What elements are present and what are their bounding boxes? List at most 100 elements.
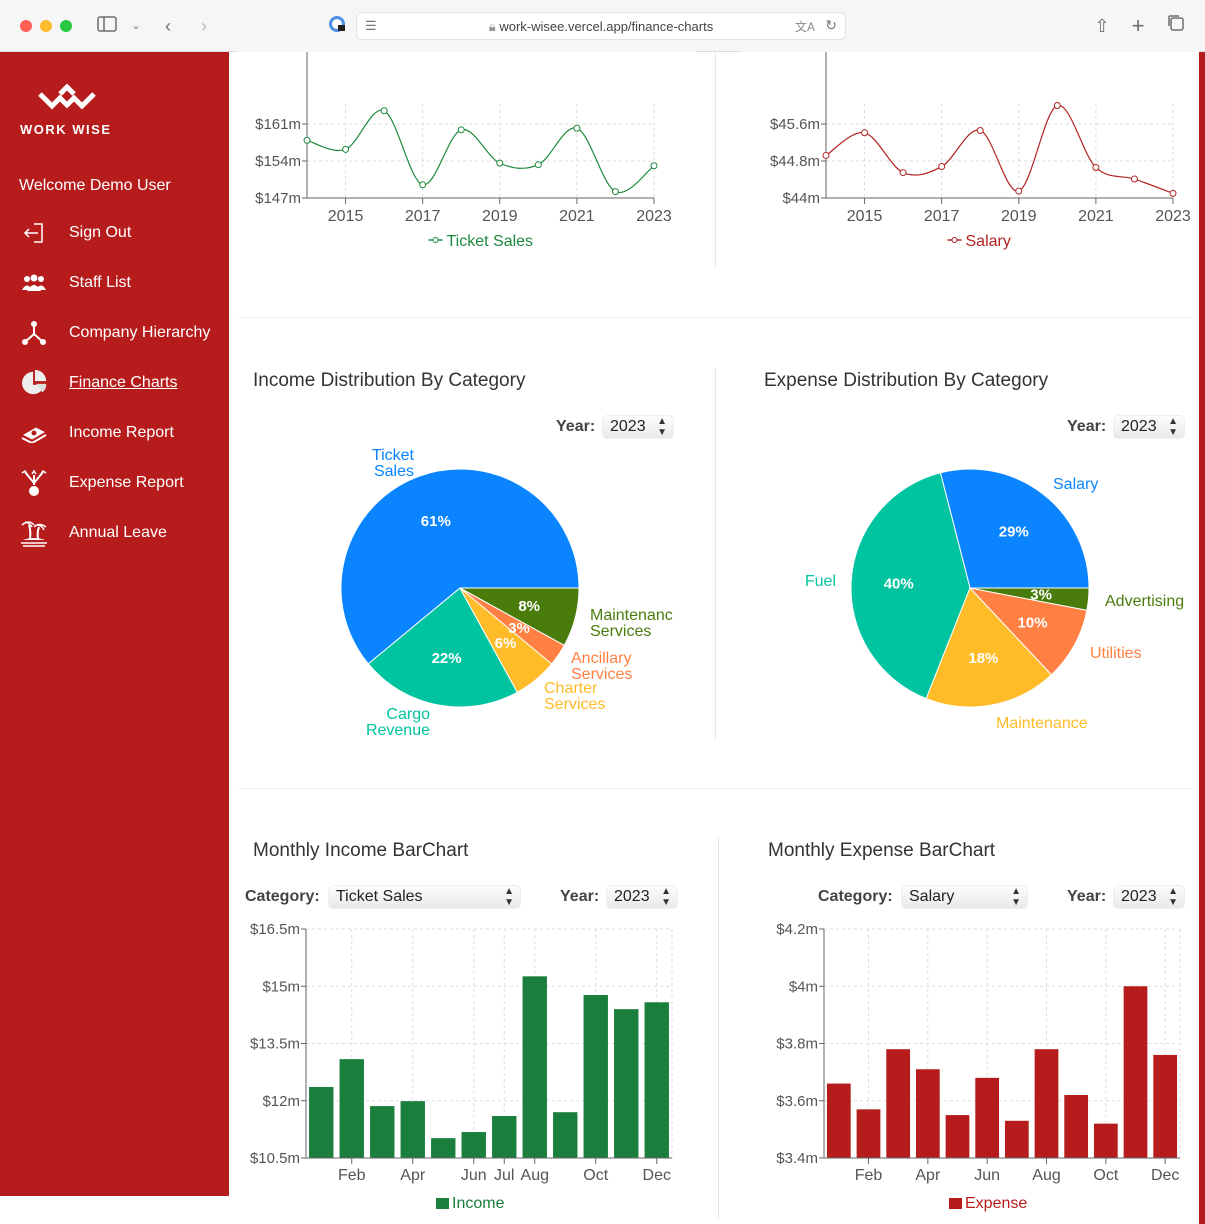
data-point — [419, 181, 427, 189]
bar — [614, 1009, 639, 1158]
slice-percent-label: 6% — [495, 635, 517, 652]
sidebar-item-staff-list[interactable]: Staff List — [0, 263, 229, 303]
sidebar-item-finance-charts[interactable]: Finance Charts — [0, 363, 229, 403]
bar — [975, 1077, 1000, 1158]
slice-percent-label: 40% — [884, 576, 914, 593]
pie-chart-icon — [20, 369, 48, 397]
sidebar-item-label: Sign Out — [69, 224, 132, 241]
expense-pie-year-select[interactable]: 2023 ▲ ▼ — [1114, 416, 1184, 438]
chevron-down-icon[interactable]: ⌄ — [124, 14, 148, 38]
password-manager-icon[interactable] — [325, 14, 349, 38]
window-maximize-button[interactable] — [60, 20, 72, 32]
slice-percent-label: 22% — [432, 650, 462, 667]
x-tick-label: Jun — [974, 1167, 1000, 1184]
data-point — [573, 124, 581, 132]
income-pie-year-select[interactable]: 2023 ▲ ▼ — [603, 416, 673, 438]
year-label: Year: — [1067, 418, 1107, 435]
sidebar-item-annual-leave[interactable]: Annual Leave — [0, 513, 229, 553]
ticket-sales-line-chart: $147m $154m $161m 2015 2017 2019 2021 2023 Ticke… — [236, 40, 696, 250]
translate-icon[interactable]: 文A — [795, 18, 815, 35]
data-point — [1130, 175, 1138, 183]
bar — [1034, 1049, 1059, 1158]
sidebar-item-expense-report[interactable]: Expense Report — [0, 463, 229, 503]
select-value: 2023 — [1121, 418, 1157, 435]
divider — [718, 838, 719, 1218]
year-label: Year: — [560, 888, 600, 905]
select-value: 2023 — [1121, 888, 1157, 905]
income-bar-category-select[interactable]: Ticket Sales ▲ ▼ — [329, 886, 520, 908]
expense-bar-chart: $3.4m $3.6m $3.8m $4m $4.2m Feb Apr Jun Aug Oct De… — [776, 921, 1181, 1212]
expense-bar-year-select[interactable]: 2023 ▲ ▼ — [1114, 886, 1184, 908]
sidebar-item-sign-out[interactable]: Sign Out — [0, 213, 229, 253]
income-pie-chart: 61%TicketSales22%CargoRevenue6%CharterSe… — [340, 447, 673, 739]
x-tick-label: Feb — [855, 1167, 883, 1184]
data-point — [899, 169, 907, 177]
x-tick-label: Aug — [521, 1167, 549, 1184]
y-tick-label: $3.8m — [776, 1036, 818, 1053]
divider — [715, 368, 716, 740]
bar — [945, 1115, 970, 1158]
series-line — [306, 109, 655, 194]
bar — [522, 976, 547, 1158]
work-wise-logo-icon[interactable] — [38, 82, 96, 116]
expense-icon — [20, 469, 48, 497]
forward-icon[interactable]: › — [192, 14, 216, 38]
tab-overview-icon[interactable] — [1164, 14, 1188, 38]
x-tick-label: Dec — [643, 1167, 671, 1184]
select-arrows-icon: ▲ ▼ — [657, 416, 667, 438]
y-tick-label: $161m — [255, 116, 301, 133]
sidebar-item-company-hierarchy[interactable]: Company Hierarchy — [0, 313, 229, 353]
y-tick-label: $44.8m — [770, 153, 820, 170]
slice-percent-label: 18% — [968, 650, 998, 667]
bar — [886, 1049, 911, 1158]
x-tick-label: 2021 — [559, 208, 595, 225]
expense-bar-category-select[interactable]: Salary ▲ ▼ — [902, 886, 1027, 908]
bar — [492, 1116, 517, 1158]
sidebar-item-income-report[interactable]: Income Report — [0, 413, 229, 453]
slice-name-label: Fuel — [805, 573, 836, 590]
x-tick-label: Oct — [583, 1167, 608, 1184]
legend-swatch — [436, 1198, 449, 1209]
window-minimize-button[interactable] — [40, 20, 52, 32]
bar — [370, 1106, 395, 1158]
hierarchy-icon — [20, 319, 48, 347]
data-point — [822, 151, 830, 159]
bar — [553, 1112, 578, 1158]
x-tick-label: 2017 — [405, 208, 441, 225]
legend-label: Ticket Sales — [447, 233, 534, 250]
address-bar[interactable]: ☰ 🔒︎ work-wisee.vercel.app/finance-chart… — [356, 12, 846, 40]
income-bar-title: Monthly Income BarChart — [253, 840, 469, 861]
x-tick-label: 2015 — [847, 208, 883, 225]
x-tick-label: Feb — [338, 1167, 366, 1184]
sidebar-toggle-icon[interactable] — [95, 14, 119, 38]
year-label: Year: — [1067, 888, 1107, 905]
reload-icon[interactable]: ↻ — [825, 17, 837, 34]
y-tick-label: $4m — [789, 978, 818, 995]
select-arrows-icon: ▲ ▼ — [1168, 416, 1178, 438]
expense-pie-title: Expense Distribution By Category — [764, 370, 1049, 391]
new-tab-icon[interactable]: + — [1126, 14, 1150, 38]
legend-label: Income — [452, 1195, 505, 1212]
slice-percent-label: 61% — [421, 513, 451, 530]
y-tick-label: $44m — [782, 190, 820, 207]
data-point — [1053, 102, 1061, 109]
window-close-button[interactable] — [20, 20, 32, 32]
island-icon — [20, 519, 48, 547]
legend-swatch — [949, 1198, 962, 1209]
x-tick-label: 2023 — [636, 208, 672, 225]
select-arrows-icon: ▲ ▼ — [1011, 886, 1021, 908]
income-bar-year-select[interactable]: 2023 ▲ ▼ — [607, 886, 677, 908]
bar — [1123, 986, 1148, 1158]
bar — [583, 995, 608, 1158]
x-tick-label: 2017 — [924, 208, 960, 225]
share-icon[interactable]: ⇧ — [1090, 14, 1114, 38]
bar — [339, 1059, 364, 1158]
legend-marker — [951, 237, 958, 243]
clip-cover — [740, 40, 1200, 52]
data-point — [976, 126, 984, 134]
back-icon[interactable]: ‹ — [156, 14, 180, 38]
clip-cover — [236, 40, 696, 52]
income-bar-chart: $10.5m $12m $13.5m $15m $16.5m Feb Apr Jun Jul Au… — [250, 921, 673, 1212]
staff-icon — [20, 269, 48, 297]
data-point — [342, 145, 350, 153]
